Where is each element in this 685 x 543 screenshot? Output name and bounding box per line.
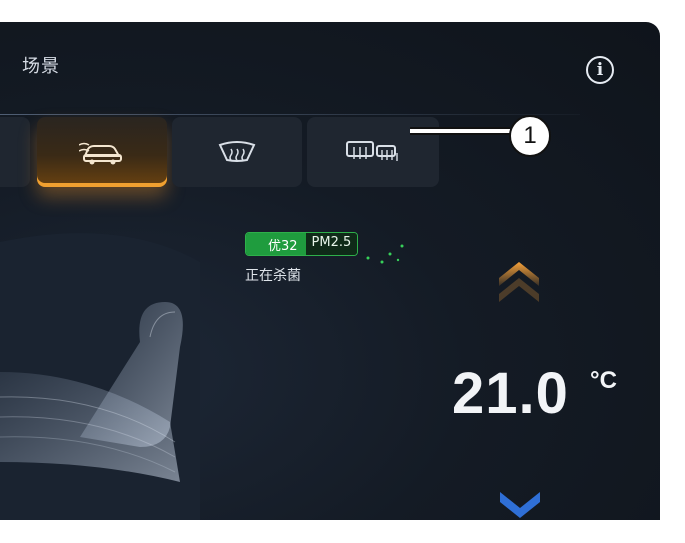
air-quality-badge: 优32 PM2.5	[245, 232, 359, 256]
car-ventilation-button[interactable]	[37, 117, 167, 187]
divider	[0, 114, 580, 115]
climate-screen: 场景 i 优32 PM2.5 正在杀菌 21.0 °C	[0, 22, 660, 520]
callout-number: 1	[509, 115, 551, 157]
air-quality-label: PM2.5	[305, 233, 358, 255]
status-text: 正在杀菌	[245, 268, 301, 284]
temperature-unit: °C	[590, 367, 617, 394]
particle-dots-icon	[366, 244, 404, 264]
seat-illustration	[0, 233, 200, 520]
front-defrost-icon	[218, 141, 256, 162]
rear-defrost-icon	[346, 141, 398, 161]
temperature-value: 21.0	[452, 361, 569, 426]
car-ventilation-icon	[79, 142, 122, 165]
air-quality-grade: 优32	[246, 233, 306, 255]
front-defrost-button[interactable]	[172, 117, 302, 187]
mode-button-partial[interactable]	[0, 117, 30, 187]
page-title: 场景	[22, 56, 60, 77]
callout-leader-line	[410, 127, 510, 135]
temperature-up-button[interactable]	[496, 258, 542, 314]
temperature-down-button[interactable]	[498, 490, 542, 520]
info-icon[interactable]: i	[586, 56, 614, 84]
